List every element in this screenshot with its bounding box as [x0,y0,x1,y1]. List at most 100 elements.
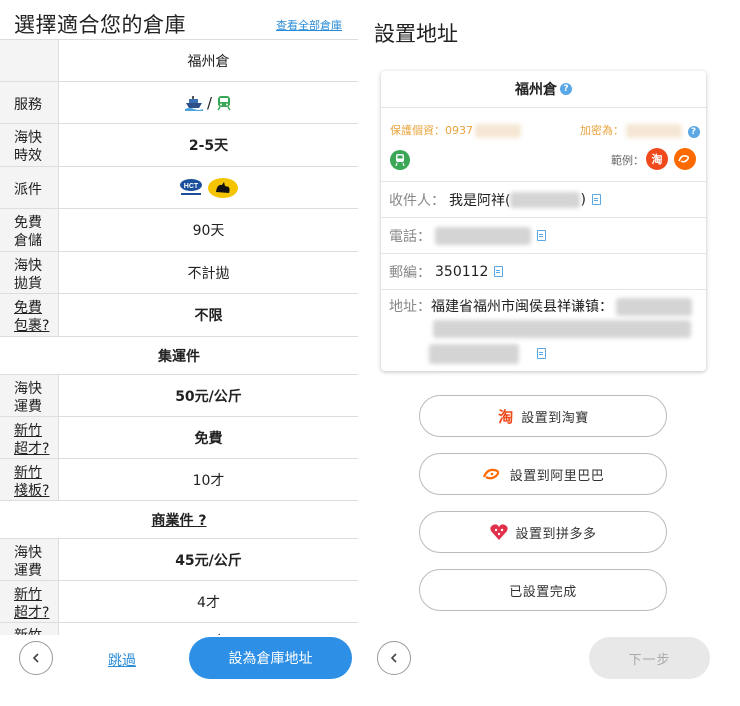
row-label: 海快 運費 [0,539,59,580]
service-cell: / [59,82,358,123]
set-address-panel: 設置地址 福州倉 ? 保護個資：0937 加密為： ? 範例： 淘 收件人： 我… [366,0,740,706]
set-to-alibaba-button[interactable]: 設置到阿里巴巴 [419,453,667,495]
header-corner [0,40,59,81]
warehouse-name-header: 福州倉 [187,53,230,70]
copy-icon[interactable] [591,194,601,205]
recipient-field: 收件人： 我是阿祥( ) [381,182,706,218]
chevron-left-icon [32,653,39,663]
row-label: 派件 [0,167,59,208]
zip-value: 350112 [435,263,489,280]
copy-icon[interactable] [537,348,546,359]
section-header: 商業件 ? [0,501,358,539]
set-to-taobao-button[interactable]: 淘 設置到淘寶 [419,395,667,437]
blurred-address [433,320,691,338]
table-row: 新竹 棧板? 10才 [0,459,358,501]
row-label: 海快 運費 [0,375,59,416]
set-warehouse-address-button[interactable]: 設為倉庫地址 [189,637,352,679]
field-label: 電話： [389,228,431,245]
table-row: 新竹 超才? 免費 [0,417,358,459]
back-button[interactable] [377,641,411,675]
address-card: 福州倉 ? 保護個資：0937 加密為： ? 範例： 淘 收件人： 我是阿祥( [381,71,706,371]
blurred-phone [475,124,521,138]
row-label: 免費 倉儲 [0,209,59,251]
row-value: 4才 [197,594,220,611]
row-value: 2-5天 [188,138,229,154]
table-row: 派件 HCT [0,167,358,209]
table-row: 服務 / [0,82,358,124]
next-step-button[interactable]: 下一步 [589,637,710,679]
alibaba-icon [482,468,499,480]
row-label: 海快 時效 [0,124,59,166]
table-row: 海快 拋貨 不計拋 [0,252,358,294]
svg-text:HCT: HCT [183,183,198,190]
table-row: 海快 運費 50元/公斤 [0,375,358,417]
setup-complete-button[interactable]: 已設置完成 [419,569,667,611]
row-value: 10才 [192,472,225,489]
copy-icon[interactable] [494,266,504,277]
svg-text:淘: 淘 [497,408,514,424]
field-label: 地址： [389,299,431,315]
table-row: 免費 包裹? 不限 [0,294,358,337]
hsinchu-oversize-help-link[interactable]: 新竹 超才? [0,581,59,622]
zip-field: 郵編： 350112 [381,254,706,290]
row-value: 不計拋 [187,265,230,282]
phone-field: 電話： [381,218,706,254]
table-row: 新竹 10才 [0,623,358,635]
service-separator: / [206,93,213,112]
page-title: 設置地址 [374,22,458,46]
address-value: 福建省福州市闽侯县祥谦镇： [431,299,613,315]
row-value: 45元/公斤 [175,552,242,569]
page-title: 選擇適合您的倉庫 [14,13,186,37]
card-header: 福州倉 ? [381,71,706,108]
train-icon [217,95,231,110]
table-row: 免費 倉儲 90天 [0,209,358,252]
blurred-address [429,344,519,364]
hsinchu-oversize-help-link[interactable]: 新竹 超才? [0,417,59,458]
hct-logistics-logo: HCT [179,178,202,195]
row-value: 不限 [194,308,223,324]
commercial-section-help-link[interactable]: 商業件 ? [0,501,358,538]
example-label: 範例： [611,154,644,167]
table-row: 海快 運費 45元/公斤 [0,539,358,581]
field-label: 收件人： [389,192,445,209]
hsinchu-pallet-help-link[interactable]: 新竹 棧板? [0,459,59,500]
row-label: 新竹 [0,623,59,635]
row-label: 服務 [0,82,59,123]
taobao-icon: 淘 [497,408,514,424]
warehouse-name: 福州倉 [515,82,557,98]
pinduoduo-icon [490,524,509,540]
copy-icon[interactable] [537,230,546,241]
privacy-info: 保護個資：0937 加密為： ? 範例： 淘 [381,108,706,182]
view-all-warehouses-link[interactable]: 查看全部倉庫 [276,17,342,33]
back-button[interactable] [19,641,53,675]
field-label: 郵編： [389,264,431,281]
blurred-address [616,298,692,316]
encrypt-text: 加密為： ? [580,122,700,138]
help-icon[interactable]: ? [687,126,700,138]
row-value: 90天 [192,223,225,239]
warehouse-select-panel: 選擇適合您的倉庫 查看全部倉庫 福州倉 服務 / 海快 時效 2-5天 派件 H… [0,0,358,706]
skip-link[interactable]: 跳過 [108,650,136,670]
address-field: 地址：福建省福州市闽侯县祥谦镇： [381,290,706,371]
taobao-icon[interactable]: 淘 [646,148,668,170]
row-value: 50元/公斤 [175,388,242,405]
row-value: 免費 [194,430,223,447]
help-icon[interactable]: ? [560,83,572,95]
blurred-encrypted [626,124,682,138]
table-row: 新竹 超才? 4才 [0,581,358,623]
section-header: 集運件 [0,337,358,375]
left-footer: 跳過 設為倉庫地址 [0,636,358,682]
recipient-value: 我是阿祥( [449,192,511,209]
blurred-recipient [510,191,581,208]
blurred-phone [435,226,531,245]
train-icon [390,150,410,170]
protect-phone-text: 保護個資：0937 [390,122,521,138]
row-value: 10才 [59,623,358,635]
ship-icon [184,95,203,111]
courier-cell: HCT [59,167,358,208]
section-title: 集運件 [0,337,358,374]
alibaba-icon[interactable] [674,148,696,170]
set-to-pinduoduo-button[interactable]: 設置到拼多多 [419,511,667,553]
warehouse-compare-table: 福州倉 服務 / 海快 時效 2-5天 派件 HCT 免費 倉儲 90天 海快 … [0,39,358,635]
free-parcel-help-link[interactable]: 免費 包裹? [0,294,59,336]
